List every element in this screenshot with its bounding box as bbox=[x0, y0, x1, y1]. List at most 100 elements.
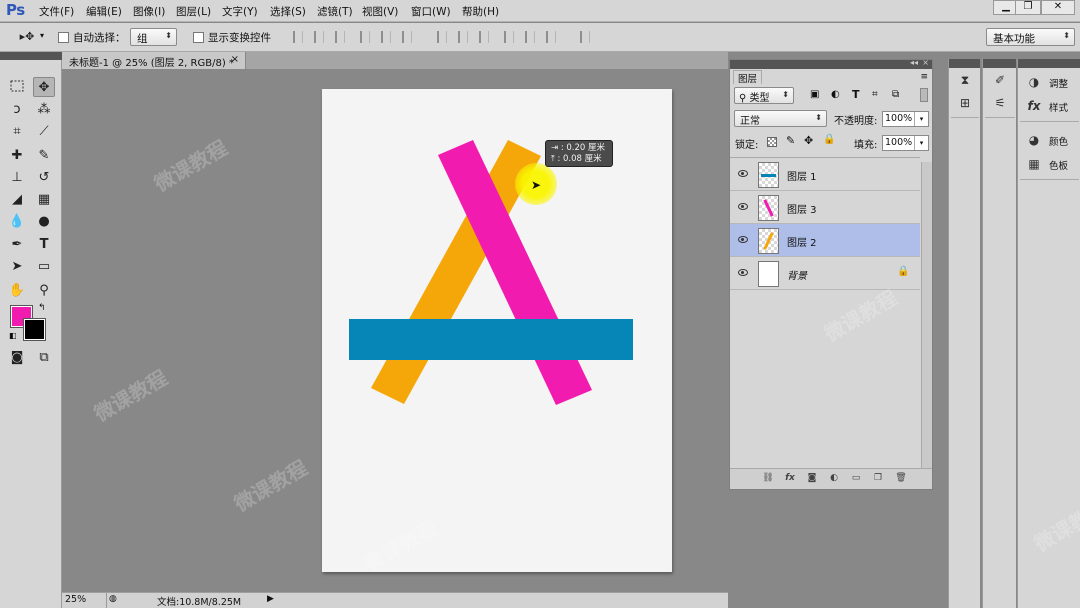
align-right-icon[interactable] bbox=[402, 31, 412, 43]
menu-view[interactable]: 视图(V) bbox=[362, 4, 398, 19]
properties-icon[interactable]: ⊞ bbox=[957, 96, 973, 110]
history-brush-tool-icon[interactable]: ↺ bbox=[33, 168, 55, 188]
adjustments-label[interactable]: 调整 bbox=[1049, 76, 1068, 90]
document-canvas[interactable] bbox=[322, 89, 672, 572]
dock-strip[interactable] bbox=[983, 59, 1016, 68]
visibility-eye-icon[interactable] bbox=[738, 236, 748, 243]
zoom-field[interactable]: 25% bbox=[62, 593, 107, 608]
panel-header-strip[interactable]: ◂◂ × bbox=[730, 58, 932, 69]
background-color-swatch[interactable] bbox=[23, 318, 46, 341]
filter-shape-icon[interactable]: ⌗ bbox=[872, 89, 878, 100]
distribute-hcenter-icon[interactable] bbox=[525, 31, 535, 43]
filter-type-icon[interactable]: T bbox=[852, 88, 860, 101]
color-label[interactable]: 颜色 bbox=[1049, 134, 1068, 148]
layers-scrollbar[interactable] bbox=[921, 162, 932, 468]
pen-tool-icon[interactable]: ✒ bbox=[6, 235, 28, 255]
marquee-tool-icon[interactable] bbox=[6, 77, 28, 97]
distribute-left-icon[interactable] bbox=[504, 31, 514, 43]
menu-window[interactable]: 窗口(W) bbox=[411, 4, 451, 19]
status-menu-arrow-icon[interactable]: ▶ bbox=[267, 594, 274, 604]
history-icon[interactable]: ⧗ bbox=[957, 73, 973, 87]
distribute-bottom-icon[interactable] bbox=[479, 31, 489, 43]
lock-pixels-icon[interactable]: ✎ bbox=[786, 134, 795, 147]
layer-name[interactable]: 图层 2 bbox=[787, 234, 817, 249]
blend-mode-dropdown[interactable]: 正常 ⬍ bbox=[734, 110, 827, 127]
fx-icon[interactable]: fx bbox=[784, 473, 796, 484]
dock-strip[interactable] bbox=[1018, 59, 1080, 68]
layer-row[interactable]: 图层 3 bbox=[730, 191, 920, 224]
blue-bar-shape[interactable] bbox=[349, 319, 633, 360]
layer-row-background[interactable]: 背景 🔒 bbox=[730, 257, 920, 290]
opacity-field[interactable]: 100% ▾ bbox=[882, 111, 929, 127]
opacity-caret-icon[interactable]: ▾ bbox=[914, 112, 928, 126]
distribute-top-icon[interactable] bbox=[437, 31, 447, 43]
align-left-icon[interactable] bbox=[360, 31, 370, 43]
crop-tool-icon[interactable]: ⌗ bbox=[6, 122, 28, 142]
adjustments-icon[interactable]: ◑ bbox=[1026, 75, 1042, 89]
menu-image[interactable]: 图像(I) bbox=[133, 4, 165, 19]
new-layer-icon[interactable]: ❐ bbox=[872, 473, 884, 484]
menu-select[interactable]: 选择(S) bbox=[270, 4, 306, 19]
document-tab[interactable]: 未标题-1 @ 25% (图层 2, RGB/8) * × bbox=[62, 52, 246, 69]
healing-brush-tool-icon[interactable]: ✚ bbox=[6, 146, 28, 166]
filter-pixel-icon[interactable]: ▣ bbox=[810, 89, 819, 100]
fill-field[interactable]: 100% ▾ bbox=[882, 135, 929, 151]
lock-transparency-icon[interactable] bbox=[767, 137, 777, 147]
layer-row-selected[interactable]: 图层 2 bbox=[730, 224, 920, 257]
path-selection-tool-icon[interactable]: ➤ bbox=[6, 257, 28, 277]
lock-all-icon[interactable]: 🔒 bbox=[823, 134, 835, 145]
align-bottom-icon[interactable] bbox=[335, 31, 345, 43]
type-tool-icon[interactable]: T bbox=[33, 235, 55, 255]
filter-adjustment-icon[interactable]: ◐ bbox=[831, 89, 840, 100]
workspace-dropdown[interactable]: 基本功能 ⬍ bbox=[986, 28, 1075, 46]
eyedropper-tool-icon[interactable]: ⟋ bbox=[33, 122, 55, 142]
screen-mode-icon[interactable]: ⧉ bbox=[33, 348, 55, 368]
visibility-eye-icon[interactable] bbox=[738, 170, 748, 177]
add-mask-icon[interactable]: ◙ bbox=[806, 473, 818, 484]
dodge-tool-icon[interactable]: ● bbox=[33, 212, 55, 232]
brush-tool-icon[interactable]: ✎ bbox=[33, 146, 55, 166]
show-transform-checkbox[interactable] bbox=[193, 32, 204, 43]
rectangle-tool-icon[interactable]: ▭ bbox=[33, 257, 55, 277]
swatches-label[interactable]: 色板 bbox=[1049, 158, 1068, 172]
restore-button[interactable]: ❐ bbox=[1015, 0, 1041, 15]
menu-filter[interactable]: 滤镜(T) bbox=[317, 4, 353, 19]
distribute-vcenter-icon[interactable] bbox=[458, 31, 468, 43]
adjustment-layer-icon[interactable]: ◐ bbox=[828, 473, 840, 484]
move-tool-icon[interactable]: ✥ bbox=[33, 77, 55, 97]
align-hcenter-icon[interactable] bbox=[381, 31, 391, 43]
auto-select-dropdown[interactable]: 组 ⬍ bbox=[130, 28, 177, 46]
visibility-eye-icon[interactable] bbox=[738, 203, 748, 210]
collapse-panel-icon[interactable]: ◂◂ bbox=[910, 58, 918, 67]
layer-name[interactable]: 图层 1 bbox=[787, 168, 817, 183]
move-tool-preset-icon[interactable]: ▸✥ bbox=[16, 27, 38, 47]
align-vcenter-icon[interactable] bbox=[314, 31, 324, 43]
fill-caret-icon[interactable]: ▾ bbox=[914, 136, 928, 150]
menu-edit[interactable]: 编辑(E) bbox=[86, 4, 122, 19]
filter-kind-dropdown[interactable]: ⚲ 类型 ⬍ bbox=[734, 87, 794, 104]
auto-align-icon[interactable] bbox=[580, 31, 590, 43]
blur-tool-icon[interactable]: 💧 bbox=[6, 212, 28, 232]
styles-icon[interactable]: fx bbox=[1026, 99, 1042, 113]
close-window-button[interactable]: ✕ bbox=[1041, 0, 1075, 15]
hand-tool-icon[interactable]: ✋ bbox=[6, 281, 28, 301]
filter-toggle[interactable] bbox=[920, 88, 928, 102]
eraser-tool-icon[interactable]: ◢ bbox=[6, 190, 28, 210]
menu-type[interactable]: 文字(Y) bbox=[222, 4, 258, 19]
toolbox-grip[interactable] bbox=[0, 52, 62, 60]
new-group-icon[interactable]: ▭ bbox=[850, 473, 862, 484]
filter-smart-object-icon[interactable]: ⧉ bbox=[892, 89, 899, 100]
lasso-tool-icon[interactable]: ↄ bbox=[6, 100, 28, 120]
close-tab-icon[interactable]: × bbox=[231, 54, 239, 65]
lock-position-icon[interactable]: ✥ bbox=[804, 134, 813, 147]
layers-tab[interactable]: 图层 bbox=[733, 70, 763, 85]
visibility-eye-icon[interactable] bbox=[738, 269, 748, 276]
clone-stamp-tool-icon[interactable]: ⊥ bbox=[6, 168, 28, 188]
styles-label[interactable]: 样式 bbox=[1049, 100, 1068, 114]
brush-presets-icon[interactable]: ✐ bbox=[992, 73, 1008, 87]
distribute-right-icon[interactable] bbox=[546, 31, 556, 43]
auto-select-checkbox[interactable] bbox=[58, 32, 69, 43]
dock-strip[interactable] bbox=[949, 59, 980, 68]
swap-colors-icon[interactable]: ↰ bbox=[38, 303, 46, 313]
tool-presets-icon[interactable]: ⚟ bbox=[992, 96, 1008, 110]
